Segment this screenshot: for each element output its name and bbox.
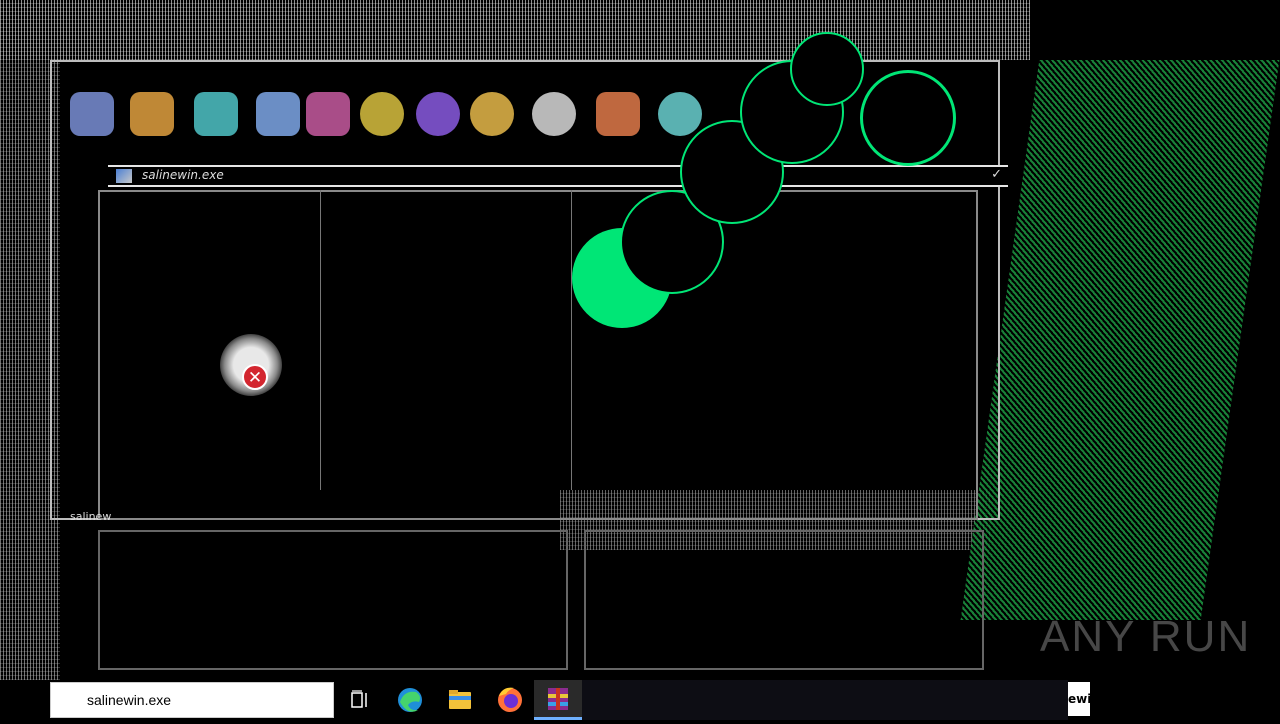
green-glitch-band bbox=[960, 60, 1280, 620]
winrar-button[interactable] bbox=[534, 680, 582, 720]
file-explorer-icon bbox=[449, 690, 471, 709]
task-view-button[interactable] bbox=[336, 680, 384, 720]
error-icon: ✕ bbox=[220, 328, 296, 400]
desktop: salinewin.exe ✓ ✕ salinew ANY RUN bbox=[0, 0, 1280, 680]
search-input[interactable]: salinewin.exe bbox=[87, 692, 171, 708]
checkmark-icon: ✓ bbox=[991, 167, 1002, 182]
edge-icon bbox=[398, 688, 422, 712]
error-x-badge: ✕ bbox=[242, 364, 268, 390]
taskbar-empty-area bbox=[582, 680, 1068, 720]
split-panel-left bbox=[320, 190, 572, 490]
glitch-circle-5 bbox=[790, 32, 864, 106]
file-explorer-button[interactable] bbox=[436, 680, 484, 720]
taskbar-corner-label[interactable]: ewi bbox=[1068, 682, 1090, 716]
window-titlebar[interactable]: salinewin.exe ✓ bbox=[108, 165, 1008, 187]
edge-button[interactable] bbox=[386, 680, 434, 720]
app-icon bbox=[116, 169, 132, 183]
task-view-icon bbox=[351, 690, 367, 708]
glitch-noise-top bbox=[0, 0, 1030, 60]
search-icon bbox=[65, 692, 77, 704]
window-title: salinewin.exe bbox=[142, 168, 224, 182]
search-box[interactable]: salinewin.exe bbox=[50, 682, 334, 718]
firefox-icon bbox=[498, 687, 522, 712]
watermark: ANY RUN bbox=[1040, 612, 1252, 661]
lower-right-frame bbox=[584, 530, 984, 670]
winrar-icon bbox=[548, 688, 568, 710]
glitch-circle-6 bbox=[860, 70, 956, 166]
lower-window-frame bbox=[98, 530, 568, 670]
taskbar: salinewin.exe ewi bbox=[0, 680, 1280, 720]
firefox-button[interactable] bbox=[486, 680, 534, 720]
desktop-label-fragment: salinew bbox=[70, 510, 112, 523]
